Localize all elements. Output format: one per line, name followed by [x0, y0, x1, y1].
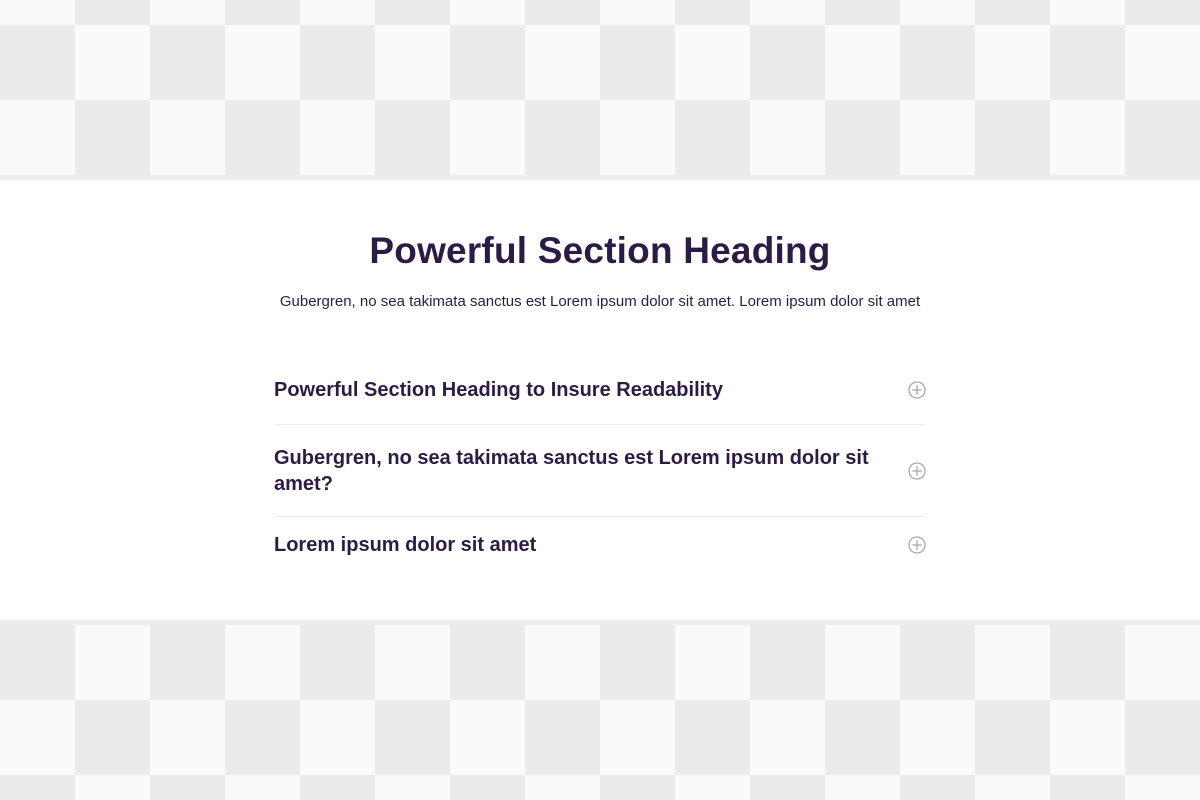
faq-question: Gubergren, no sea takimata sanctus est L… — [274, 446, 869, 495]
faq-section: Powerful Section Heading Gubergren, no s… — [0, 180, 1200, 620]
faq-list: Powerful Section Heading to Insure Reada… — [274, 358, 926, 573]
faq-question: Powerful Section Heading to Insure Reada… — [274, 379, 723, 401]
plus-circle-icon[interactable] — [908, 536, 926, 554]
faq-question: Lorem ipsum dolor sit amet — [274, 534, 537, 556]
section-subtitle: Gubergren, no sea takimata sanctus est L… — [279, 293, 921, 310]
faq-item[interactable]: Powerful Section Heading to Insure Reada… — [274, 358, 926, 425]
plus-circle-icon[interactable] — [908, 461, 926, 480]
panel-bottom-edge — [0, 620, 1200, 625]
plus-circle-icon[interactable] — [908, 381, 926, 399]
faq-item[interactable]: Lorem ipsum dolor sit amet — [274, 517, 926, 573]
faq-item[interactable]: Gubergren, no sea takimata sanctus est L… — [274, 425, 926, 517]
section-heading: Powerful Section Heading — [369, 230, 831, 271]
